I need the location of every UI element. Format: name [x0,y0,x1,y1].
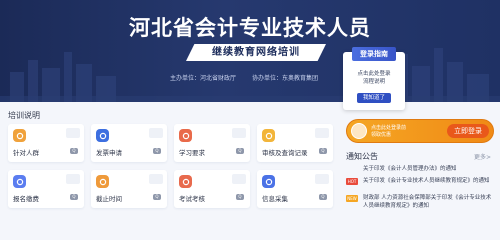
header-banner: 河北省会计专业技术人员 继续教育网络培训 主办单位：河北省财政厅 协办单位：东奥… [0,0,500,102]
tile-info[interactable]: 信息采集 Q [257,170,333,208]
promo-text-line1: 点击此处登录前 [371,125,407,131]
notice-tag-new: NEW [346,195,358,202]
tile-badge: Q [236,194,244,200]
tile-decoration [66,174,80,184]
tile-exam[interactable]: 考试考核 Q [174,170,250,208]
tile-label: 审核及查询记录 [262,149,308,157]
tile-decoration [149,128,163,138]
page-title: 河北省会计专业技术人员 [129,16,371,40]
tile-label: 截止时间 [96,195,122,203]
tile-people[interactable]: 针对人群 Q [8,124,84,162]
tile-badge: Q [70,148,78,154]
notice-text: 财政部 人力资源社会保障部关于印发《会计专业技术人员继续教育规定》的通知 [363,195,492,209]
info-icon [262,175,275,188]
exam-icon [179,175,192,188]
notice-tag-hot: HOT [346,178,358,185]
login-promo-bar[interactable]: 点击此处登录前 领取优惠 立即登录 [346,119,494,143]
organizer-text: 协办单位：东奥教育集团 [251,75,318,82]
tile-decoration [66,128,80,138]
login-guide-card: 登录指南 点击此处登录 流程说明 我知道了 [343,47,405,110]
login-now-button[interactable]: 立即登录 [447,124,489,138]
tile-label: 信息采集 [262,195,288,203]
section-title: 培训说明 [8,111,40,120]
got-it-button[interactable]: 我知道了 [357,93,391,103]
sponsor-line: 主办单位：河北省财政厅 协办单位：东奥教育集团 [170,73,318,82]
notices-title: 通知公告 [346,152,378,161]
sponsor-text: 主办单位：河北省财政厅 [170,75,237,82]
login-guide-hint: 点击此处登录 流程说明 [343,70,405,86]
tile-invoice[interactable]: 发票申请 Q [91,124,167,162]
tile-book[interactable]: 学习要求 Q [174,124,250,162]
promo-text: 点击此处登录前 领取优惠 [371,125,427,139]
tile-decoration [315,174,329,184]
promo-text-line2: 领取优惠 [371,132,392,138]
tile-label: 针对人群 [13,149,39,157]
book-icon [179,129,192,142]
tile-label: 学习要求 [179,149,205,157]
tile-search-record[interactable]: 审核及查询记录 Q [257,124,333,162]
tile-badge: Q [319,194,327,200]
tile-badge: Q [236,148,244,154]
invoice-icon [96,129,109,142]
tile-badge: Q [319,148,327,154]
tile-decoration [315,128,329,138]
tile-decoration [232,128,246,138]
login-guide-hint-line2: 流程说明 [362,79,385,85]
people-icon [13,129,26,142]
avatar-icon [351,123,367,139]
tile-label: 报名缴费 [13,195,39,203]
tile-badge: Q [153,148,161,154]
page-subtitle: 继续教育网络培训 [186,44,326,61]
login-guide-tag: 登录指南 [352,47,396,61]
login-guide-hint-line1: 点击此处登录 [357,71,391,77]
tile-payment[interactable]: 报名缴费 Q [8,170,84,208]
tile-label: 发票申请 [96,149,122,157]
notice-text: 关于印发《会计人员管理办法》的通知 [363,166,457,172]
tile-clock[interactable]: 截止时间 Q [91,170,167,208]
tile-badge: Q [70,194,78,200]
payment-icon [13,175,26,188]
tile-decoration [149,174,163,184]
notice-text: 关于印发《会计专业技术人员继续教育规定》的通知 [363,178,490,184]
clock-icon [96,175,109,188]
notices-more-link[interactable]: 更多> [474,152,491,161]
tile-decoration [232,174,246,184]
tile-label: 考试考核 [179,195,205,203]
tile-badge: Q [153,194,161,200]
search-record-icon [262,129,275,142]
